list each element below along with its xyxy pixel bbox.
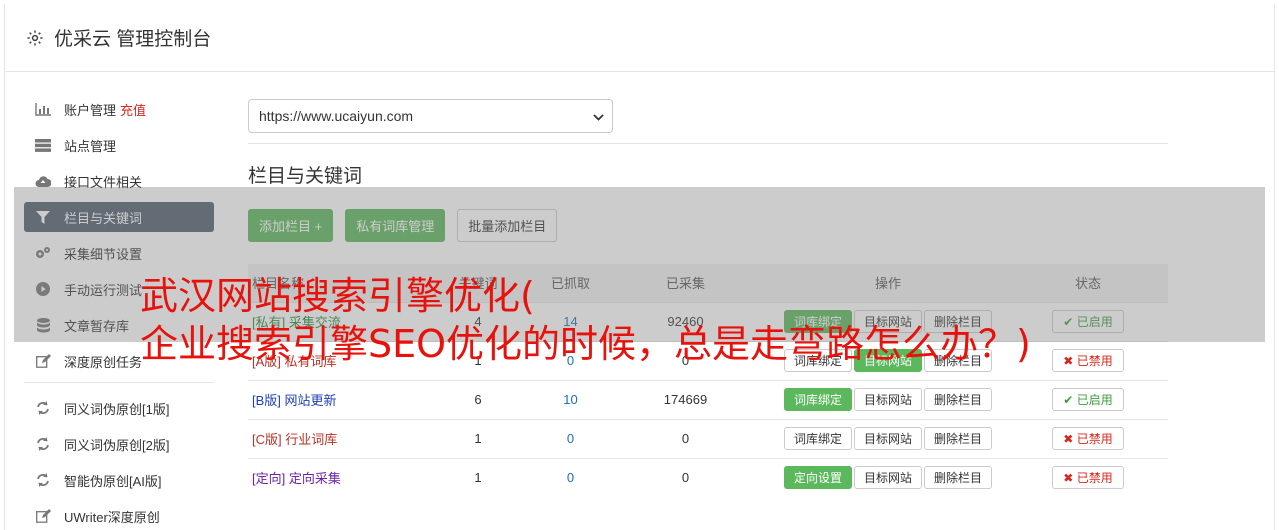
refresh-icon [34, 437, 52, 451]
fetched-count[interactable]: 0 [538, 457, 603, 497]
column-name: 定向采集 [288, 471, 341, 487]
sidebar-item-label: 深度原创任务 [64, 354, 143, 370]
overlay-headline-line2: 企业搜索引擎SEO优化的时候，总是走弯路怎么办？) [140, 322, 1031, 366]
close-icon: ✖ [1063, 431, 1074, 446]
row-column-link[interactable]: [B版] 网站更新 [252, 393, 337, 408]
bind-lexicon-button[interactable]: 词库绑定 [783, 427, 852, 450]
directed-settings-button[interactable]: 定向设置 [783, 466, 852, 490]
delete-column-button[interactable]: 删除栏目 [924, 466, 993, 490]
bind-lexicon-button[interactable]: 词库绑定 [783, 388, 852, 411]
section-title: 栏目与关键词 [248, 166, 363, 187]
target-site-button[interactable]: 目标网站 [853, 466, 922, 490]
column-type-tag: [B版] [252, 393, 281, 408]
status-label: 已禁用 [1076, 471, 1113, 486]
status-toggle[interactable]: ✖ 已禁用 [1052, 466, 1124, 490]
sidebar-item-uwriter[interactable]: UWriter深度原创 [24, 501, 214, 530]
check-icon: ✔ [1063, 392, 1074, 407]
sidebar-item-label: 同义词伪原创[1版] [64, 401, 170, 417]
edit-icon [34, 509, 52, 523]
fetched-count[interactable]: 0 [538, 418, 603, 458]
bar-chart-icon [34, 102, 52, 116]
table-row: [C版] 行业词库 1 0 0 词库绑定 目标网站 删除栏目 ✖ 已禁用 [248, 418, 1168, 458]
close-icon: ✖ [1063, 470, 1074, 485]
page-title: 优采云 管理控制台 [54, 29, 212, 50]
column-name: 网站更新 [284, 393, 337, 408]
status-label: 已禁用 [1076, 432, 1113, 446]
site-select[interactable]: https://www.ucaiyun.com [248, 99, 613, 133]
fetched-count[interactable]: 10 [538, 379, 603, 419]
sidebar-item-ai-rewrite[interactable]: 智能伪原创[AI版] [24, 465, 214, 495]
target-site-button[interactable]: 目标网站 [853, 388, 922, 411]
sidebar-item-label: 账户管理 [64, 102, 117, 118]
sidebar-item-synonym-v2[interactable]: 同义词伪原创[2版] [24, 429, 214, 459]
status-toggle[interactable]: ✖ 已禁用 [1052, 349, 1124, 372]
column-type-tag: [C版] [252, 432, 282, 447]
sidebar-divider [24, 382, 214, 383]
sidebar-item-synonym-v1[interactable]: 同义词伪原创[1版] [24, 393, 214, 423]
sidebar-item-account[interactable]: 账户管理 充值 [24, 94, 214, 124]
sidebar-item-label: 同义词伪原创[2版] [64, 437, 170, 453]
status-label: 已禁用 [1076, 354, 1113, 368]
sidebar-item-sites[interactable]: 站点管理 [24, 130, 214, 160]
collected-count: 174669 [603, 379, 768, 419]
frame-left-border [4, 4, 5, 530]
row-column-link[interactable]: [C版] 行业词库 [252, 432, 337, 447]
close-icon: ✖ [1063, 353, 1074, 368]
target-site-button[interactable]: 目标网站 [853, 427, 922, 450]
collected-count: 0 [603, 418, 768, 458]
overlay-headline: 武汉网站搜索引擎优化( 企业搜索引擎SEO优化的时候，总是走弯路怎么办？) [140, 272, 1031, 368]
delete-column-button[interactable]: 删除栏目 [924, 388, 993, 411]
keyword-count: 6 [418, 379, 538, 419]
chevron-down-icon [593, 108, 604, 124]
sidebar-item-label: 智能伪原创[AI版] [64, 473, 162, 489]
frame-right-border [1274, 4, 1275, 530]
column-type-tag: [定向] [252, 471, 286, 487]
overlay-headline-line1: 武汉网站搜索引擎优化( [140, 274, 535, 318]
status-toggle[interactable]: ✔ 已启用 [1052, 388, 1124, 411]
gear-icon [24, 27, 46, 49]
refresh-icon [34, 473, 52, 487]
recharge-link[interactable]: 充值 [120, 100, 146, 119]
sidebar-item-label: 站点管理 [64, 138, 117, 154]
collected-count: 0 [603, 457, 768, 497]
keyword-count: 1 [418, 457, 538, 497]
site-select-value: https://www.ucaiyun.com [259, 108, 414, 124]
refresh-icon [34, 401, 52, 415]
status-toggle[interactable]: ✖ 已禁用 [1052, 427, 1124, 450]
table-row: [B版] 网站更新 6 10 174669 词库绑定 目标网站 删除栏目 ✔ 已启用 [248, 379, 1168, 419]
keyword-count: 1 [418, 418, 538, 458]
divider [248, 143, 1168, 144]
delete-column-button[interactable]: 删除栏目 [924, 427, 993, 450]
edit-icon [34, 354, 52, 368]
column-name: 行业词库 [285, 432, 338, 447]
status-label: 已启用 [1076, 393, 1113, 407]
server-icon [34, 138, 52, 152]
sidebar-item-label: UWriter深度原创 [64, 509, 160, 525]
table-row: [定向] 定向采集 1 0 0 定向设置 目标网站 删除栏目 ✖ 已禁用 [248, 457, 1168, 497]
row-column-link[interactable]: [定向] 定向采集 [252, 471, 341, 486]
header-bar: 优采云 管理控制台 [4, 4, 1275, 72]
cloud-upload-icon [34, 174, 52, 188]
